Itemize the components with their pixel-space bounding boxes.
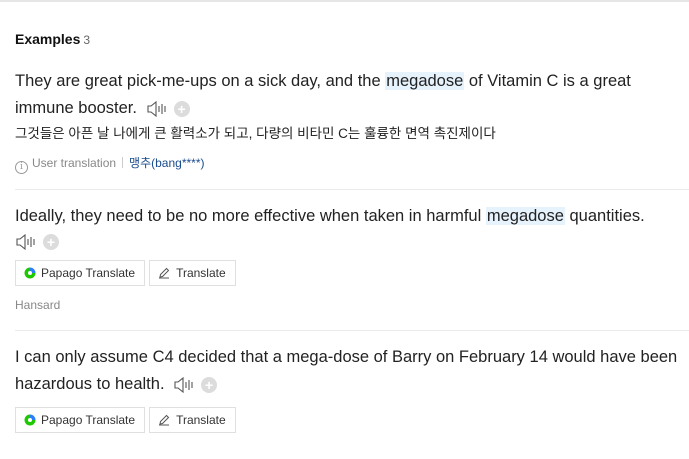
- example-sentence: They are great pick-me-ups on a sick day…: [15, 68, 689, 122]
- papago-icon: [24, 267, 36, 279]
- examples-count: 3: [83, 33, 91, 47]
- highlighted-term[interactable]: megadose: [385, 72, 465, 90]
- sentence-actions: +: [15, 233, 689, 251]
- papago-label: Papago Translate: [41, 266, 136, 280]
- papago-icon: [24, 414, 36, 426]
- speaker-icon[interactable]: [15, 233, 37, 250]
- translate-label: Translate: [176, 266, 226, 280]
- example-sentence: I can only assume C4 decided that a mega…: [15, 344, 689, 398]
- top-border: [0, 0, 689, 2]
- translate-label: Translate: [176, 413, 226, 428]
- speaker-icon[interactable]: [173, 376, 195, 393]
- example-translation: 그것들은 아픈 날 나에게 큰 활력소가 되고, 다량의 비타민 C는 훌륭한 …: [15, 126, 496, 142]
- example-item-1: They are great pick-me-ups on a sick day…: [15, 68, 689, 175]
- speaker-icon[interactable]: [146, 100, 168, 117]
- info-icon[interactable]: i: [15, 161, 28, 175]
- examples-header: Examples 3: [15, 31, 90, 47]
- plus-icon[interactable]: +: [201, 376, 218, 393]
- papago-translate-button[interactable]: Papago Translate: [15, 260, 146, 286]
- source-hansard: Hansard: [15, 298, 61, 312]
- sentence-actions: +: [146, 95, 190, 122]
- separator: [122, 157, 124, 169]
- highlighted-term[interactable]: megadose: [485, 207, 565, 225]
- source-label: User translation: [32, 156, 117, 171]
- sentence-text: They are great pick-me-ups on a sick day…: [15, 72, 386, 90]
- sentence-text: quantities.: [564, 207, 645, 225]
- translate-buttons: Papago Translate Translate: [15, 407, 689, 434]
- papago-translate-button[interactable]: Papago Translate: [15, 407, 146, 434]
- papago-label: Papago Translate: [41, 413, 136, 428]
- translate-button[interactable]: Translate: [149, 407, 236, 434]
- pencil-icon: [159, 267, 170, 279]
- divider: [15, 330, 689, 331]
- translation-source: i User translation 맹추(bang****): [15, 156, 689, 175]
- pencil-icon: [159, 414, 170, 426]
- plus-icon[interactable]: +: [173, 100, 190, 117]
- user-link[interactable]: 맹추(bang****): [129, 156, 204, 170]
- examples-title: Examples: [15, 31, 81, 47]
- sentence-actions: +: [173, 371, 218, 398]
- example-item-2: Ideally, they need to be no more effecti…: [15, 203, 689, 312]
- divider: [15, 189, 689, 190]
- plus-icon[interactable]: +: [43, 233, 59, 250]
- translate-button[interactable]: Translate: [149, 260, 236, 286]
- sentence-text: Ideally, they need to be no more effecti…: [15, 207, 486, 225]
- translate-buttons: Papago Translate Translate: [15, 260, 689, 286]
- example-sentence: Ideally, they need to be no more effecti…: [15, 203, 689, 230]
- sentence-text: I can only assume C4 decided that a mega…: [15, 348, 678, 393]
- example-item-3: I can only assume C4 decided that a mega…: [15, 344, 689, 434]
